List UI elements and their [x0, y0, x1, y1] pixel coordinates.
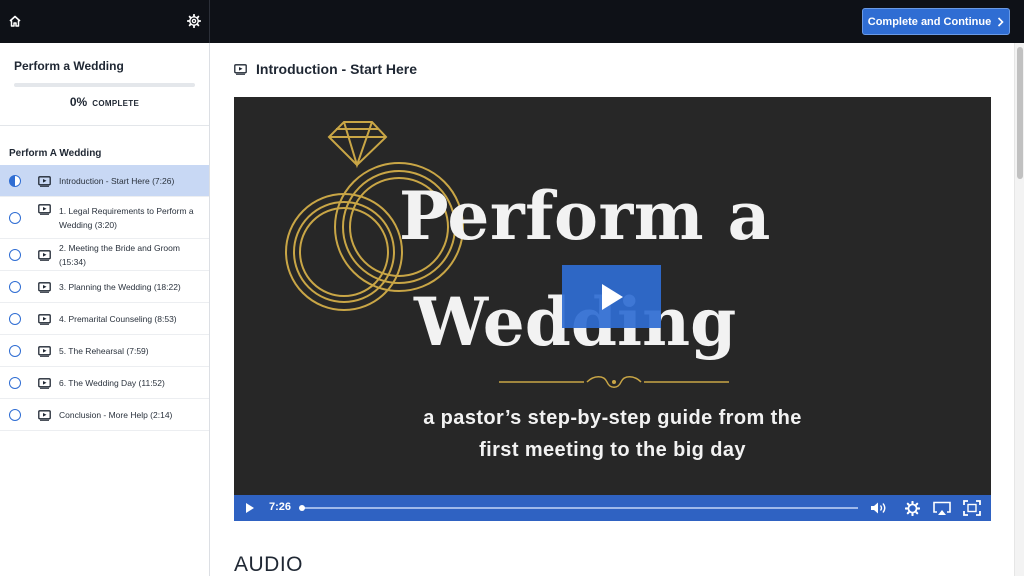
lesson-title: Introduction - Start Here [256, 61, 418, 77]
lesson-label: Introduction - Start Here (7:26) [59, 176, 175, 186]
video-lesson-icon [38, 204, 51, 215]
progress-label: COMPLETE [92, 99, 140, 108]
scrollbar-thumb[interactable] [1017, 47, 1023, 179]
course-progress-bar [14, 83, 195, 87]
settings-button[interactable] [185, 12, 203, 30]
video-title-line1: Perform a [399, 177, 771, 255]
lesson-label: 2. Meeting the Bride and Groom (15:34) [59, 243, 180, 267]
complete-button-label: Complete and Continue [867, 15, 992, 28]
video-lesson-icon [38, 377, 51, 389]
status-in-progress-icon [9, 175, 21, 187]
page-scrollbar[interactable] [1014, 43, 1024, 576]
airplay-icon [933, 501, 951, 515]
video-lesson-icon [234, 63, 247, 75]
status-not-started-icon [9, 345, 21, 357]
status-not-started-icon [9, 377, 21, 389]
lesson-item[interactable]: 1. Legal Requirements to Perform a Weddi… [0, 197, 209, 239]
lesson-label: Conclusion - More Help (2:14) [59, 410, 173, 420]
status-not-started-icon [9, 249, 21, 261]
video-time: 7:26 [269, 501, 292, 513]
video-controls-bar: 7:26 [234, 495, 991, 521]
top-bar: Complete and Continue [0, 0, 1024, 43]
lesson-item[interactable]: 5. The Rehearsal (7:59) [0, 335, 209, 367]
lesson-label: 3. Planning the Wedding (18:22) [59, 282, 181, 292]
lesson-header: Introduction - Start Here [234, 61, 417, 77]
home-button[interactable] [6, 12, 24, 30]
airplay-button[interactable] [932, 501, 952, 516]
chapter-title: Perform A Wedding [9, 148, 102, 159]
course-title: Perform a Wedding [14, 59, 124, 73]
lesson-item[interactable]: 3. Planning the Wedding (18:22) [0, 271, 209, 303]
fullscreen-icon [963, 500, 981, 516]
lesson-label: 6. The Wedding Day (11:52) [59, 378, 165, 388]
play-icon [246, 503, 254, 513]
progress-percent: 0% [69, 95, 88, 109]
lesson-content: Introduction - Start Here Perform a Wedd… [210, 43, 1014, 576]
home-icon [9, 15, 21, 27]
video-lesson-icon [38, 281, 51, 293]
status-not-started-icon [9, 409, 21, 421]
lesson-item[interactable]: Conclusion - More Help (2:14) [0, 399, 209, 431]
topbar-divider [209, 0, 210, 43]
video-lesson-icon [38, 409, 51, 421]
lesson-label: 1. Legal Requirements to Perform a Weddi… [59, 206, 194, 230]
course-header: Perform a Wedding 0% COMPLETE [0, 43, 209, 126]
app: Complete and Continue Perform a Wedding … [0, 0, 1024, 576]
chevron-right-icon [998, 16, 1004, 27]
status-not-started-icon [9, 313, 21, 325]
big-play-button[interactable] [562, 265, 661, 328]
video-subtitle-line1: a pastor’s step-by-step guide from the [423, 407, 802, 429]
volume-button[interactable] [870, 501, 888, 515]
fullscreen-button[interactable] [963, 500, 981, 516]
complete-and-continue-button[interactable]: Complete and Continue [862, 8, 1010, 35]
lesson-item[interactable]: 4. Premarital Counseling (8:53) [0, 303, 209, 335]
video-lesson-icon [38, 175, 51, 187]
course-progress-text: 0% COMPLETE [14, 95, 195, 109]
audio-section-heading: AUDIO [234, 553, 304, 576]
play-icon [601, 283, 623, 310]
video-lesson-icon [38, 249, 51, 261]
video-subtitle-line2: first meeting to the big day [479, 439, 746, 461]
lesson-item[interactable]: Introduction - Start Here (7:26) [0, 165, 209, 197]
video-lesson-icon [38, 313, 51, 325]
video-settings-button[interactable] [904, 500, 920, 516]
video-scrubber[interactable] [299, 505, 858, 511]
scrubber-handle[interactable] [299, 505, 305, 511]
gear-icon [187, 14, 201, 28]
status-not-started-icon [9, 212, 21, 224]
play-button[interactable] [244, 502, 256, 514]
video-player[interactable]: Perform a Wedding a pastor’s step-by-ste… [234, 97, 991, 521]
course-sidebar: Perform a Wedding 0% COMPLETE Perform A … [0, 43, 210, 576]
video-lesson-icon [38, 345, 51, 357]
gear-icon [904, 500, 920, 516]
volume-icon [871, 502, 886, 514]
lesson-label: 4. Premarital Counseling (8:53) [59, 314, 177, 324]
lesson-item[interactable]: 6. The Wedding Day (11:52) [0, 367, 209, 399]
lesson-item[interactable]: 2. Meeting the Bride and Groom (15:34) [0, 239, 209, 271]
status-not-started-icon [9, 281, 21, 293]
lesson-list: Introduction - Start Here (7:26) 1. Lega… [0, 165, 209, 431]
ornament-divider-icon [499, 376, 729, 388]
lesson-label: 5. The Rehearsal (7:59) [59, 346, 149, 356]
